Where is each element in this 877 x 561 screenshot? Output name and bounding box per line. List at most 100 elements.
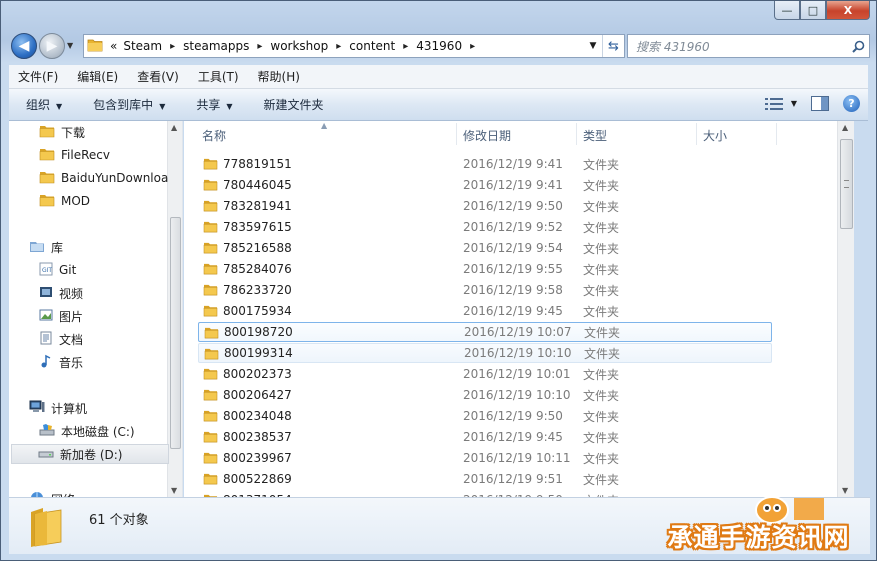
file-name: 783281941 bbox=[223, 199, 292, 213]
column-divider[interactable] bbox=[456, 123, 457, 145]
column-divider[interactable] bbox=[776, 123, 777, 145]
menu-item[interactable]: 查看(V) bbox=[128, 68, 189, 85]
help-button[interactable]: ? bbox=[843, 95, 860, 112]
menu-item[interactable]: 文件(F) bbox=[9, 68, 68, 85]
breadcrumb-item[interactable]: 431960 bbox=[413, 39, 465, 53]
menu-item[interactable]: 工具(T) bbox=[189, 68, 249, 85]
sidebar-item[interactable]: 音乐 bbox=[39, 352, 83, 372]
breadcrumb-separator-icon[interactable]: ▸ bbox=[331, 41, 346, 52]
organize-label: 组织 bbox=[26, 98, 51, 112]
sidebar-item-label: 文档 bbox=[59, 332, 84, 347]
video-library-icon bbox=[39, 285, 53, 302]
sidebar-item[interactable]: GIT Git bbox=[39, 260, 76, 280]
file-row[interactable]: 800238537 2016/12/19 9:45 文件夹 bbox=[198, 427, 772, 447]
column-header-modified[interactable]: 修改日期 bbox=[463, 127, 511, 144]
address-bar[interactable]: « Steam ▸ steamapps ▸ workshop ▸ content ▸ 43196… bbox=[83, 34, 625, 58]
file-row[interactable]: 786233720 2016/12/19 9:58 文件夹 bbox=[198, 280, 772, 300]
file-modified-date: 2016/12/19 10:11 bbox=[463, 451, 571, 465]
search-box[interactable]: 搜索 431960 bbox=[627, 34, 870, 58]
breadcrumb-item[interactable]: workshop bbox=[267, 39, 331, 53]
minimize-button[interactable]: — bbox=[774, 1, 800, 20]
preview-pane-button[interactable] bbox=[811, 96, 829, 111]
file-row[interactable]: 783597615 2016/12/19 9:52 文件夹 bbox=[198, 217, 772, 237]
file-row[interactable]: 800239967 2016/12/19 10:11 文件夹 bbox=[198, 448, 772, 468]
new-folder-button[interactable]: 新建文件夹 bbox=[247, 96, 338, 113]
organize-button[interactable]: 组织 ▼ bbox=[9, 96, 76, 113]
column-header-type[interactable]: 类型 bbox=[583, 127, 607, 144]
file-name: 800234048 bbox=[223, 409, 292, 423]
sidebar-item[interactable]: 本地磁盘 (C:) bbox=[39, 421, 135, 441]
close-button[interactable]: X bbox=[826, 1, 870, 20]
sidebar-item[interactable]: 下载 bbox=[39, 122, 85, 142]
breadcrumb-separator-icon[interactable]: ▸ bbox=[398, 41, 413, 52]
back-button[interactable]: ◀ bbox=[11, 33, 37, 59]
file-row[interactable]: 785284076 2016/12/19 9:55 文件夹 bbox=[198, 259, 772, 279]
sidebar-item[interactable]: 视频 bbox=[39, 283, 83, 303]
scroll-thumb[interactable] bbox=[170, 217, 181, 449]
scroll-up-icon[interactable]: ▲ bbox=[171, 123, 177, 132]
scroll-down-icon[interactable]: ▼ bbox=[171, 486, 177, 495]
file-row[interactable]: 800198720 2016/12/19 10:07 文件夹 bbox=[198, 322, 772, 342]
sidebar-item[interactable]: 网络 bbox=[29, 489, 75, 497]
folder-icon bbox=[204, 347, 219, 363]
sidebar-item[interactable]: MOD bbox=[39, 191, 90, 211]
folder-icon bbox=[39, 193, 55, 210]
file-modified-date: 2016/12/19 9:54 bbox=[463, 241, 563, 255]
column-divider[interactable] bbox=[696, 123, 697, 145]
file-row[interactable]: 800175934 2016/12/19 9:45 文件夹 bbox=[198, 301, 772, 321]
file-row[interactable]: 800522869 2016/12/19 9:51 文件夹 bbox=[198, 469, 772, 489]
file-row[interactable]: 778819151 2016/12/19 9:41 文件夹 bbox=[198, 154, 772, 174]
share-button[interactable]: 共享 ▼ bbox=[179, 96, 246, 113]
search-input[interactable]: 搜索 431960 bbox=[636, 38, 847, 55]
navigation-pane: ▲ ▼ 下载 FileRecv BaiduYunDownloa MOD 库 GIT Git 视… bbox=[9, 121, 183, 497]
dropdown-arrow-icon: ▼ bbox=[56, 102, 63, 111]
file-name: 800522869 bbox=[223, 472, 292, 486]
folder-icon bbox=[204, 326, 219, 342]
file-type: 文件夹 bbox=[583, 367, 620, 382]
sidebar-item[interactable]: 文档 bbox=[39, 329, 83, 349]
sidebar-item[interactable]: BaiduYunDownloa bbox=[39, 168, 168, 188]
sidebar-item[interactable]: 计算机 bbox=[29, 398, 87, 418]
folder-icon bbox=[39, 170, 55, 187]
file-name: 800206427 bbox=[223, 388, 292, 402]
breadcrumb-item[interactable]: content bbox=[346, 39, 398, 53]
address-dropdown-icon[interactable]: ▼ bbox=[584, 41, 602, 51]
search-icon[interactable] bbox=[847, 40, 869, 53]
folder-icon bbox=[203, 472, 218, 488]
forward-button[interactable]: ▶ bbox=[39, 33, 65, 59]
column-header-size[interactable]: 大小 bbox=[703, 127, 727, 144]
music-library-icon bbox=[39, 354, 53, 371]
sidebar-item[interactable]: FileRecv bbox=[39, 145, 110, 165]
file-row[interactable]: 780446045 2016/12/19 9:41 文件夹 bbox=[198, 175, 772, 195]
breadcrumb-separator-icon[interactable]: ▸ bbox=[165, 41, 180, 52]
column-divider[interactable] bbox=[576, 123, 577, 145]
scroll-thumb[interactable] bbox=[840, 139, 853, 229]
menu-item[interactable]: 帮助(H) bbox=[249, 68, 310, 85]
include-in-library-button[interactable]: 包含到库中 ▼ bbox=[76, 96, 179, 113]
file-row[interactable]: 800206427 2016/12/19 10:10 文件夹 bbox=[198, 385, 772, 405]
breadcrumb-overflow[interactable]: « bbox=[107, 39, 120, 53]
menu-item[interactable]: 编辑(E) bbox=[68, 68, 128, 85]
breadcrumb-separator-icon[interactable]: ▸ bbox=[465, 41, 480, 52]
file-row[interactable]: 800202373 2016/12/19 10:01 文件夹 bbox=[198, 364, 772, 384]
sidebar-item[interactable]: 图片 bbox=[39, 306, 83, 326]
recent-pages-dropdown[interactable]: ▼ bbox=[67, 41, 73, 50]
view-options-button[interactable]: ▼ bbox=[764, 97, 797, 111]
breadcrumb-item[interactable]: steamapps bbox=[180, 39, 252, 53]
column-header-name[interactable]: 名称 bbox=[202, 127, 226, 144]
file-type: 文件夹 bbox=[583, 472, 620, 487]
refresh-button[interactable]: ⇆ bbox=[602, 35, 624, 57]
breadcrumb-separator-icon[interactable]: ▸ bbox=[252, 41, 267, 52]
scroll-up-icon[interactable]: ▲ bbox=[842, 123, 848, 132]
file-row[interactable]: 783281941 2016/12/19 9:50 文件夹 bbox=[198, 196, 772, 216]
sidebar-item[interactable]: 库 bbox=[29, 237, 63, 257]
file-modified-date: 2016/12/19 9:55 bbox=[463, 262, 563, 276]
file-row[interactable]: 785216588 2016/12/19 9:54 文件夹 bbox=[198, 238, 772, 258]
breadcrumb-item[interactable]: Steam bbox=[120, 39, 165, 53]
file-row[interactable]: 800199314 2016/12/19 10:10 文件夹 bbox=[198, 343, 772, 363]
file-list-scrollbar[interactable]: ▲ ▼ bbox=[837, 121, 854, 497]
sidebar-item[interactable]: 新加卷 (D:) bbox=[11, 444, 169, 464]
navigation-scrollbar[interactable]: ▲ ▼ bbox=[167, 121, 182, 497]
maximize-button[interactable]: □ bbox=[800, 1, 826, 20]
file-row[interactable]: 800234048 2016/12/19 9:50 文件夹 bbox=[198, 406, 772, 426]
